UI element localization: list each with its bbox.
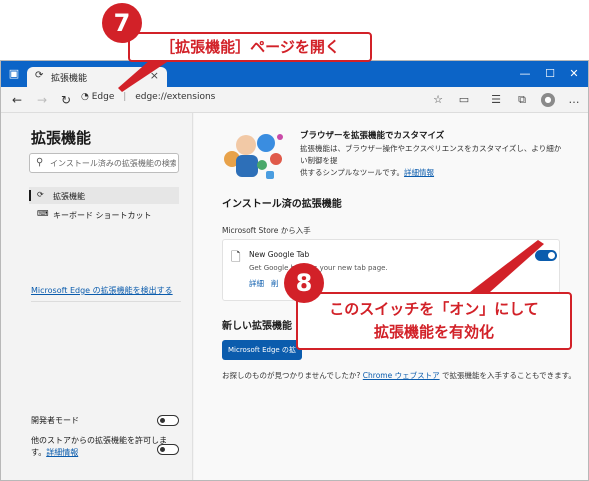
address-field[interactable]: ◔ Edge | edge://extensions <box>81 92 215 102</box>
developer-mode-label: 開発者モード <box>31 416 79 425</box>
screenshot-stage: ▣ ⟳ 拡張機能 × — ☐ ✕ ← → ↻ ◔ Edge | edge://e… <box>0 0 589 481</box>
more-menu-icon[interactable]: … <box>567 93 581 107</box>
reading-view-icon[interactable]: ☆ <box>431 93 445 107</box>
extension-icon: ⟳ <box>37 190 44 199</box>
step8-badge: 8 <box>284 263 324 303</box>
search-box[interactable]: ⚲ <box>29 153 179 173</box>
new-extensions-heading: 新しい拡張機能 <box>222 321 292 332</box>
find-prefix: お探しのものが見つかりませんでしたか? <box>222 371 361 380</box>
avatar[interactable]: ● <box>541 93 555 107</box>
keyboard-icon: ⌨ <box>37 209 49 218</box>
callout-step8: このスイッチを「オン」にして 拡張機能を有効化 <box>296 292 572 350</box>
tab-actions-icon[interactable]: ▣ <box>7 67 21 81</box>
tab-close-icon[interactable]: × <box>150 69 159 82</box>
get-extensions-button[interactable]: Microsoft Edge の拡 <box>222 340 302 360</box>
other-stores-toggle[interactable] <box>157 444 179 455</box>
document-icon[interactable]: ▭ <box>457 93 471 107</box>
sidebar: 拡張機能 ⚲ ⟳ 拡張機能 ⌨ キーボード ショートカット Microsoft … <box>1 113 193 480</box>
search-icon: ⚲ <box>36 157 44 168</box>
divider <box>31 301 181 302</box>
other-stores-label: 他のストアからの拡張機能を許可しま す。詳細情報 <box>31 435 167 459</box>
extension-details-link[interactable]: 詳細 <box>249 278 264 289</box>
extension-enable-toggle[interactable] <box>535 250 557 261</box>
other-stores-line2: す。 <box>31 448 47 457</box>
site-label: Edge <box>91 92 115 102</box>
page-title: 拡張機能 <box>31 129 92 147</box>
installed-extensions-heading: インストール済の拡張機能 <box>222 199 342 210</box>
promo-learn-more-link[interactable]: 詳細情報 <box>404 168 434 177</box>
callout-step7: ［拡張機能］ページを開く <box>128 32 372 62</box>
other-stores-line1: 他のストアからの拡張機能を許可しま <box>31 436 167 445</box>
customize-illustration <box>224 134 283 179</box>
promo-title: ブラウザーを拡張機能でカスタマイズ <box>300 131 445 141</box>
sidebar-item-keyboard-shortcuts[interactable]: ⌨ キーボード ショートカット <box>29 206 179 223</box>
other-stores-learn-more-link[interactable]: 詳細情報 <box>46 448 78 457</box>
tab-extensions[interactable]: ⟳ 拡張機能 × <box>27 67 167 87</box>
promo-desc-line2: 供するシンプルなツールです。 <box>300 168 405 177</box>
tab-title: 拡張機能 <box>51 74 88 84</box>
extension-remove-link[interactable]: 削 <box>271 278 279 289</box>
callout-step8-line1: このスイッチを「オン」にして <box>329 300 539 318</box>
search-input[interactable] <box>50 155 176 171</box>
document-icon: 🗋 <box>231 250 241 264</box>
forward-arrow-icon[interactable]: → <box>34 92 50 108</box>
collections-icon[interactable]: ⧉ <box>515 93 529 107</box>
sidebar-item-extensions[interactable]: ⟳ 拡張機能 <box>29 187 179 204</box>
sidebar-item-label: 拡張機能 <box>53 192 85 201</box>
step7-badge: 7 <box>102 3 142 43</box>
find-more-text: お探しのものが見つかりませんでしたか? Chrome ウェブストア で拡張機能を… <box>222 370 576 381</box>
extension-tab-icon: ⟳ <box>35 70 44 81</box>
edge-logo-icon: ◔ <box>81 92 89 102</box>
find-suffix: で拡張機能を入手することもできます。 <box>441 371 576 380</box>
address-separator: | <box>123 92 127 102</box>
back-arrow-icon[interactable]: ← <box>9 92 25 108</box>
store-source-label: Microsoft Store から入手 <box>222 226 311 235</box>
callout-step8-line2: 拡張機能を有効化 <box>373 323 494 341</box>
extension-name: New Google Tab <box>249 250 310 259</box>
discover-extensions-link[interactable]: Microsoft Edge の拡張機能を検出する <box>31 285 173 296</box>
close-window-button[interactable]: ✕ <box>564 67 584 80</box>
refresh-icon[interactable]: ↻ <box>58 92 74 108</box>
address-path: edge://extensions <box>135 92 216 102</box>
address-bar-row: ← → ↻ ◔ Edge | edge://extensions ☆ ▭ ☰ ⧉… <box>1 87 588 113</box>
promo-desc-line1: 拡張機能は、ブラウザー操作やエクスペリエンスをカスタマイズし、より細かい制御を提 <box>300 144 562 165</box>
chrome-webstore-link[interactable]: Chrome ウェブストア <box>363 371 440 380</box>
minimize-button[interactable]: — <box>515 67 535 80</box>
promo-description: 拡張機能は、ブラウザー操作やエクスペリエンスをカスタマイズし、より細かい制御を提… <box>300 143 562 179</box>
maximize-button[interactable]: ☐ <box>540 67 560 80</box>
developer-mode-toggle[interactable] <box>157 415 179 426</box>
favorites-list-icon[interactable]: ☰ <box>489 93 503 107</box>
active-indicator <box>29 190 31 201</box>
title-bar: ▣ ⟳ 拡張機能 × — ☐ ✕ <box>1 61 588 87</box>
sidebar-item-label: キーボード ショートカット <box>53 211 152 220</box>
